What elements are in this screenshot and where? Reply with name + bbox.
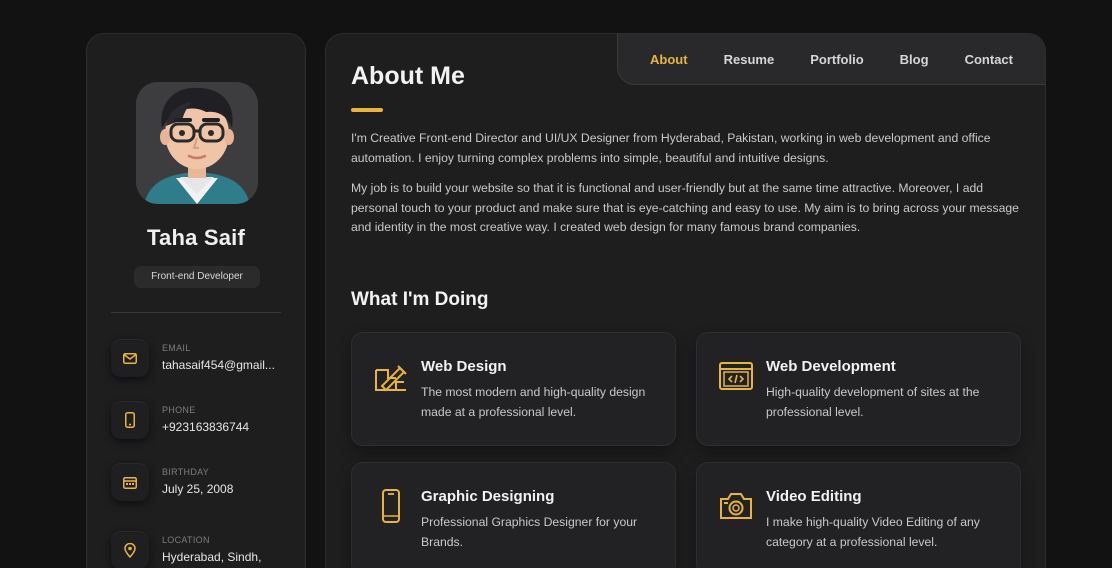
nav-item-about[interactable]: About bbox=[650, 52, 688, 67]
smartphone-icon bbox=[374, 489, 408, 523]
contact-birthday: BIRTHDAY July 25, 2008 bbox=[111, 463, 291, 507]
sidebar-separator bbox=[111, 312, 281, 313]
service-title: Graphic Designing bbox=[421, 488, 555, 505]
camera-icon bbox=[719, 489, 753, 523]
service-description: High-quality development of sites at the… bbox=[766, 385, 980, 419]
nav-item-portfolio[interactable]: Portfolio bbox=[810, 52, 863, 67]
code-icon bbox=[719, 359, 753, 393]
email-link[interactable]: tahasaif454@gmail... bbox=[162, 357, 292, 374]
phone-link[interactable]: +923163836744 bbox=[162, 419, 292, 436]
page-title: About Me bbox=[351, 62, 465, 90]
contact-label: LOCATION bbox=[162, 535, 210, 545]
section-title-services: What I'm Doing bbox=[351, 289, 489, 310]
service-title: Web Design bbox=[421, 358, 507, 375]
service-title: Web Development bbox=[766, 358, 896, 375]
service-card-graphic-designing: Graphic Designing Professional Graphics … bbox=[351, 462, 676, 568]
phone-icon bbox=[111, 401, 149, 439]
avatar-illustration bbox=[136, 82, 258, 204]
contact-email: EMAIL tahasaif454@gmail... bbox=[111, 339, 291, 383]
nav-item-blog[interactable]: Blog bbox=[900, 52, 929, 67]
location-pin-icon bbox=[111, 531, 149, 568]
profile-title-badge: Front-end Developer bbox=[134, 266, 260, 288]
mail-icon bbox=[111, 339, 149, 377]
profile-name: Taha Saif bbox=[147, 225, 245, 250]
design-icon bbox=[374, 359, 408, 393]
contact-label: EMAIL bbox=[162, 343, 191, 353]
service-card-video-editing: Video Editing I make high-quality Video … bbox=[696, 462, 1021, 568]
about-paragraph-1: I'm Creative Front-end Director and UI/U… bbox=[351, 131, 991, 165]
service-card-web-design: Web Design The most modern and high-qual… bbox=[351, 332, 676, 446]
service-card-web-development: Web Development High-quality development… bbox=[696, 332, 1021, 446]
nav-item-resume[interactable]: Resume bbox=[724, 52, 775, 67]
nav-item-contact[interactable]: Contact bbox=[965, 52, 1013, 67]
service-description: Professional Graphics Designer for your … bbox=[421, 515, 638, 549]
contact-label: PHONE bbox=[162, 405, 196, 415]
contact-label: BIRTHDAY bbox=[162, 467, 210, 477]
about-panel: About Resume Portfolio Blog Contact Abou… bbox=[325, 33, 1046, 568]
title-underline bbox=[351, 108, 383, 112]
calendar-icon bbox=[111, 463, 149, 501]
contact-location: LOCATION Hyderabad, Sindh, Pakistan bbox=[111, 531, 291, 568]
top-navbar: About Resume Portfolio Blog Contact bbox=[617, 34, 1045, 85]
service-description: I make high-quality Video Editing of any… bbox=[766, 515, 980, 549]
about-paragraph-2: My job is to build your website so that … bbox=[351, 181, 1019, 234]
avatar bbox=[136, 82, 258, 204]
contact-phone: PHONE +923163836744 bbox=[111, 401, 291, 445]
service-description: The most modern and high-quality design … bbox=[421, 385, 646, 419]
profile-sidebar: Taha Saif Front-end Developer EMAIL taha… bbox=[86, 33, 306, 568]
location-value: Hyderabad, Sindh, Pakistan bbox=[162, 550, 262, 568]
portfolio-page: Taha Saif Front-end Developer EMAIL taha… bbox=[0, 0, 1112, 568]
service-title: Video Editing bbox=[766, 488, 862, 505]
birthday-value: July 25, 2008 bbox=[162, 482, 234, 496]
